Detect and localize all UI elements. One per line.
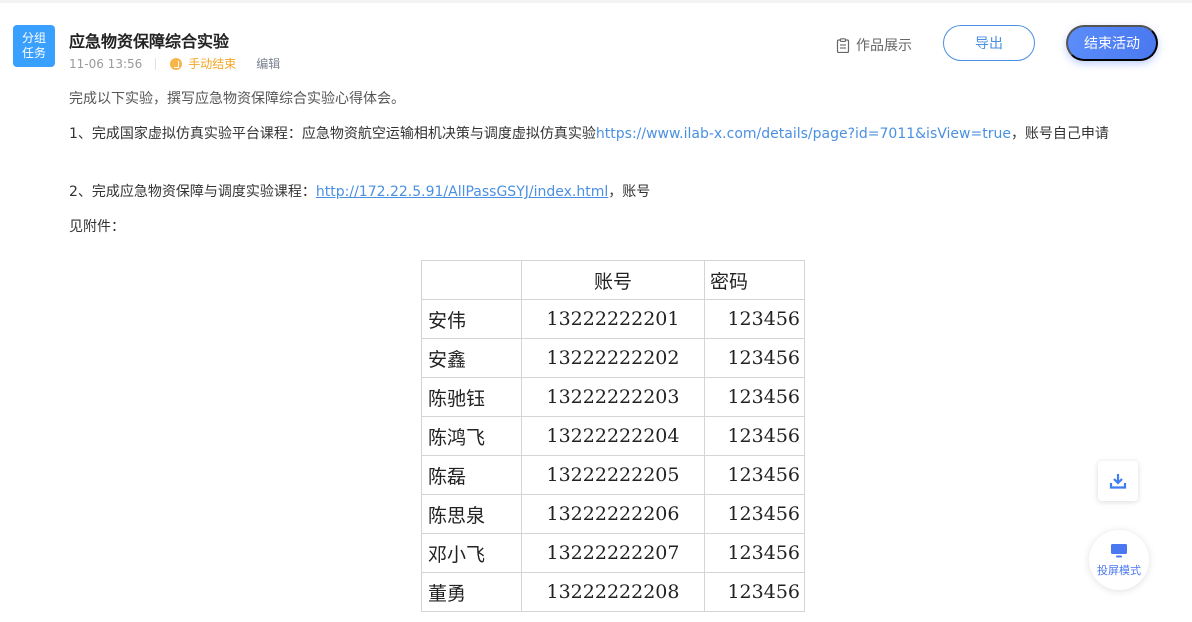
table-cell: 13222222206 xyxy=(521,494,705,534)
download-button[interactable] xyxy=(1098,461,1138,501)
clipboard-icon xyxy=(836,37,850,53)
table-row: 陈思泉 13222222206 123456 xyxy=(421,494,805,534)
table-header-row: 账号 密码 xyxy=(421,260,805,300)
attachment-label: 见附件： xyxy=(69,219,125,235)
item2-suffix: ，账号 xyxy=(608,184,651,200)
table-cell: 13222222208 xyxy=(521,572,705,612)
table-row: 安伟 13222222201 123456 xyxy=(421,299,805,339)
item1-suffix: ，账号自己申请 xyxy=(1010,126,1109,142)
description-item-2: 2、完成应急物资保障与调度实验课程：http://172.22.5.91/All… xyxy=(69,181,650,203)
table-cell: 123456 xyxy=(704,416,805,456)
table-row: 邓小飞 13222222207 123456 xyxy=(421,533,805,573)
table-row: 安鑫 13222222202 123456 xyxy=(421,338,805,378)
description-item-1: 1、完成国家虚拟仿真实验平台课程：应急物资航空运输相机决策与调度虚拟仿真实验ht… xyxy=(69,121,1154,147)
table-cell: 123456 xyxy=(704,533,805,573)
table-cell: 123456 xyxy=(704,338,805,378)
table-row: 董勇 13222222208 123456 xyxy=(421,572,805,612)
table-cell: 安伟 xyxy=(421,299,522,339)
table-cell: 123456 xyxy=(704,377,805,417)
table-cell: 13222222207 xyxy=(521,533,705,573)
table-cell: 123456 xyxy=(704,494,805,534)
table-cell: 邓小飞 xyxy=(421,533,522,573)
table-cell: 123456 xyxy=(704,455,805,495)
table-header-cell xyxy=(421,260,522,300)
status-badge: 手动结束 xyxy=(170,55,236,72)
table-cell: 13222222202 xyxy=(521,338,705,378)
table-cell: 陈思泉 xyxy=(421,494,522,534)
attachment-image: 账号 密码 安伟 13222222201 123456 安鑫 13222222202 1234… xyxy=(421,260,807,622)
table-cell: 陈鸿飞 xyxy=(421,416,522,456)
description-intro: 完成以下实验，撰写应急物资保障综合实验心得体会。 xyxy=(69,91,405,107)
table-row: 陈驰钰 13222222203 123456 xyxy=(421,377,805,417)
table-header-cell: 密码 xyxy=(704,260,805,300)
top-divider xyxy=(0,0,1192,3)
table-cell: 安鑫 xyxy=(421,338,522,378)
activity-time: 11-06 13:56 xyxy=(69,56,143,71)
table-cell: 13222222203 xyxy=(521,377,705,417)
group-task-badge: 分组 任务 xyxy=(13,25,55,67)
table-row: 陈磊 13222222205 123456 xyxy=(421,455,805,495)
item1-text: 1、完成国家虚拟仿真实验平台课程：应急物资航空运输相机决策与调度虚拟仿真实验 xyxy=(69,126,596,142)
meta-divider xyxy=(155,57,157,70)
badge-line-1: 分组 xyxy=(21,31,46,45)
activity-meta: 11-06 13:56 手动结束 编辑 xyxy=(69,55,280,72)
course-link[interactable]: http://172.22.5.91/AllPassGSYJ/index.htm… xyxy=(316,184,608,200)
table-cell: 123456 xyxy=(704,572,805,612)
activity-title: 应急物资保障综合实验 xyxy=(69,32,230,51)
badge-line-2: 任务 xyxy=(21,46,46,60)
item2-text: 2、完成应急物资保障与调度实验课程： xyxy=(69,184,316,200)
table-cell: 123456 xyxy=(704,299,805,339)
status-text: 手动结束 xyxy=(188,57,237,71)
screen-cast-icon xyxy=(1111,543,1127,557)
table-cell: 13222222201 xyxy=(521,299,705,339)
works-display-button[interactable]: 作品展示 xyxy=(836,35,912,55)
ilab-link[interactable]: https://www.ilab-x.com/details/page?id=7… xyxy=(596,126,1011,142)
status-check-icon xyxy=(170,57,183,70)
works-display-label: 作品展示 xyxy=(856,38,912,54)
cast-mode-button[interactable]: 投屏模式 xyxy=(1089,530,1149,590)
table-cell: 陈驰钰 xyxy=(421,377,522,417)
table-header-cell: 账号 xyxy=(521,260,705,300)
table-cell: 董勇 xyxy=(421,572,522,612)
accounts-table: 账号 密码 安伟 13222222201 123456 安鑫 13222222202 1234… xyxy=(421,260,805,612)
export-button[interactable]: 导出 xyxy=(943,25,1035,61)
end-activity-button[interactable]: 结束活动 xyxy=(1066,25,1158,61)
download-icon xyxy=(1109,474,1127,489)
edit-link[interactable]: 编辑 xyxy=(256,55,280,72)
cast-mode-label: 投屏模式 xyxy=(1097,563,1141,577)
table-cell: 13222222204 xyxy=(521,416,705,456)
table-cell: 13222222205 xyxy=(521,455,705,495)
table-row: 陈鸿飞 13222222204 123456 xyxy=(421,416,805,456)
table-cell: 陈磊 xyxy=(421,455,522,495)
